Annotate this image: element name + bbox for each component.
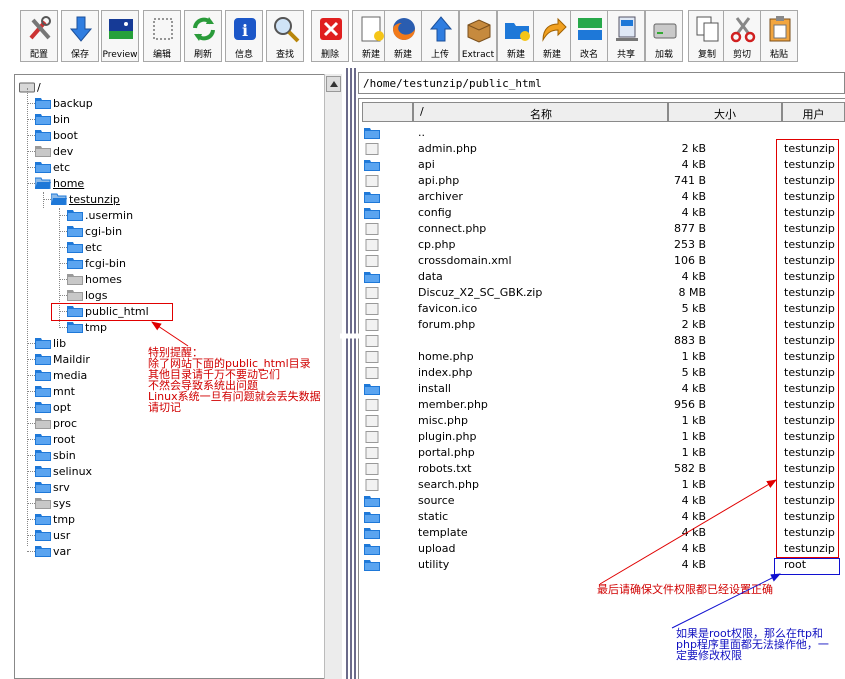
arrow-to-root-owner bbox=[671, 573, 781, 629]
annotation-arrows bbox=[151, 321, 781, 629]
arrow-to-owner-column bbox=[599, 479, 777, 585]
arrow-to-public-html bbox=[151, 321, 189, 347]
